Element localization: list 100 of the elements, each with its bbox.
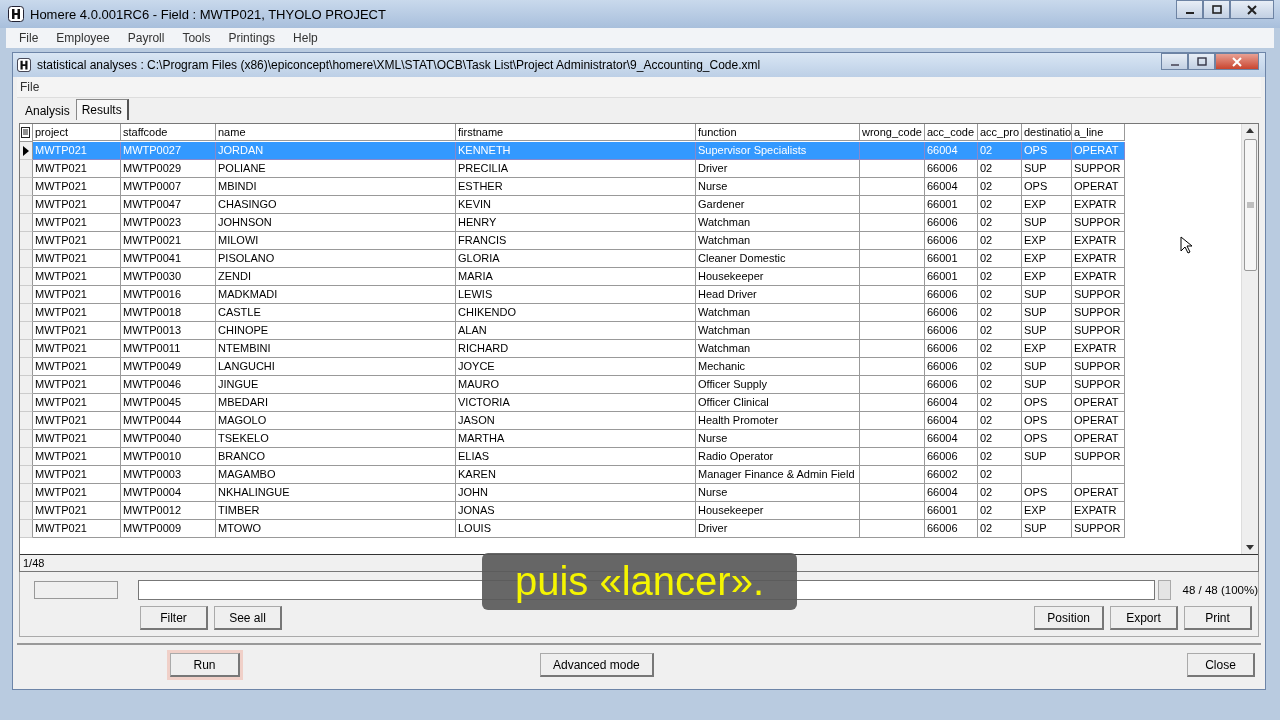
table-cell: MWTP021 bbox=[33, 466, 121, 484]
menu-item[interactable]: Tools bbox=[175, 31, 218, 45]
table-row[interactable]: MWTP021 MWTP0029 POLIANE PRECILIA Driver 66006 02 SUP SUPPOR bbox=[20, 160, 1241, 178]
table-cell: EXP bbox=[1022, 196, 1072, 214]
tab[interactable]: Results bbox=[75, 99, 129, 120]
table-row[interactable]: MWTP021 MWTP0003 MAGAMBO KAREN Manager Finance & Admin Field 66002 02 bbox=[20, 466, 1241, 484]
vertical-scrollbar[interactable] bbox=[1241, 124, 1258, 554]
minimize-button[interactable] bbox=[1176, 0, 1203, 19]
table-cell: CASTLE bbox=[216, 304, 456, 322]
table-row[interactable]: MWTP021 MWTP0016 MADKMADI LEWIS Head Driver 66006 02 SUP SUPPOR bbox=[20, 286, 1241, 304]
table-row[interactable]: MWTP021 MWTP0030 ZENDI MARIA Housekeeper 66001 02 EXP EXPATR bbox=[20, 268, 1241, 286]
table-cell: CHINOPE bbox=[216, 322, 456, 340]
table-cell: SUPPOR bbox=[1072, 160, 1125, 178]
table-row[interactable]: MWTP021 MWTP0049 LANGUCHI JOYCE Mechanic 66006 02 SUP SUPPOR bbox=[20, 358, 1241, 376]
table-cell: LEWIS bbox=[456, 286, 696, 304]
close-button[interactable] bbox=[1215, 53, 1259, 70]
column-header[interactable]: a_line bbox=[1072, 124, 1125, 141]
column-header[interactable]: firstname bbox=[456, 124, 696, 141]
table-cell: Radio Operator bbox=[696, 448, 860, 466]
column-header[interactable]: staffcode bbox=[121, 124, 216, 141]
table-cell: 02 bbox=[978, 448, 1022, 466]
maximize-button[interactable] bbox=[1188, 53, 1215, 70]
column-header[interactable]: function bbox=[696, 124, 860, 141]
table-cell: MWTP021 bbox=[33, 286, 121, 304]
table-cell: JONAS bbox=[456, 502, 696, 520]
table-cell: 66001 bbox=[925, 196, 978, 214]
table-cell: SUPPOR bbox=[1072, 214, 1125, 232]
table-cell: 66004 bbox=[925, 412, 978, 430]
table-cell: MWTP021 bbox=[33, 214, 121, 232]
table-cell: MWTP021 bbox=[33, 394, 121, 412]
table-cell: SUP bbox=[1022, 214, 1072, 232]
table-cell: 02 bbox=[978, 412, 1022, 430]
table-cell: 02 bbox=[978, 142, 1022, 160]
menu-item[interactable]: Employee bbox=[49, 31, 117, 45]
column-header[interactable]: acc_pro bbox=[978, 124, 1022, 141]
table-row[interactable]: MWTP021 MWTP0041 PISOLANO GLORIA Cleaner Domestic 66001 02 EXP EXPATR bbox=[20, 250, 1241, 268]
output-button[interactable]: Position bbox=[1034, 606, 1104, 630]
table-cell: MWTP0029 bbox=[121, 160, 216, 178]
scroll-up-icon bbox=[1246, 127, 1254, 133]
input-field[interactable] bbox=[34, 581, 118, 599]
table-row[interactable]: MWTP021 MWTP0004 NKHALINGUE JOHN Nurse 66004 02 OPS OPERAT bbox=[20, 484, 1241, 502]
table-cell: SUPPOR bbox=[1072, 304, 1125, 322]
footer-button[interactable]: Run bbox=[170, 653, 240, 677]
footer-button[interactable]: Close bbox=[1187, 653, 1255, 677]
table-cell: 02 bbox=[978, 250, 1022, 268]
table-cell: MWTP0041 bbox=[121, 250, 216, 268]
table-row[interactable]: MWTP021 MWTP0021 MILOWI FRANCIS Watchman 66006 02 EXP EXPATR bbox=[20, 232, 1241, 250]
tab[interactable]: Analysis bbox=[19, 101, 76, 120]
table-row[interactable]: MWTP021 MWTP0011 NTEMBINI RICHARD Watchman 66006 02 EXP EXPATR bbox=[20, 340, 1241, 358]
output-button[interactable]: Export bbox=[1110, 606, 1178, 630]
table-cell: Watchman bbox=[696, 214, 860, 232]
table-row[interactable]: MWTP021 MWTP0009 MTOWO LOUIS Driver 66006 02 SUP SUPPOR bbox=[20, 520, 1241, 538]
column-header[interactable]: destinatio bbox=[1022, 124, 1072, 141]
table-cell: 02 bbox=[978, 430, 1022, 448]
filter-button[interactable]: See all bbox=[214, 606, 282, 630]
table-row[interactable]: MWTP021 MWTP0040 TSEKELO MARTHA Nurse 66004 02 OPS OPERAT bbox=[20, 430, 1241, 448]
column-header[interactable]: acc_code bbox=[925, 124, 978, 141]
table-row[interactable]: MWTP021 MWTP0045 MBEDARI VICTORIA Officer Clinical 66004 02 OPS OPERAT bbox=[20, 394, 1241, 412]
menu-item[interactable]: File bbox=[12, 31, 46, 45]
table-cell: SUPPOR bbox=[1072, 376, 1125, 394]
table-row[interactable]: MWTP021 MWTP0046 JINGUE MAURO Officer Supply 66006 02 SUP SUPPOR bbox=[20, 376, 1241, 394]
table-cell: MWTP0004 bbox=[121, 484, 216, 502]
table-cell: PISOLANO bbox=[216, 250, 456, 268]
table-cell: MAGOLO bbox=[216, 412, 456, 430]
menu-item[interactable]: File bbox=[17, 80, 43, 94]
table-cell: MWTP021 bbox=[33, 142, 121, 160]
column-header[interactable]: wrong_code bbox=[860, 124, 925, 141]
table-row[interactable]: MWTP021 MWTP0047 CHASINGO KEVIN Gardener 66001 02 EXP EXPATR bbox=[20, 196, 1241, 214]
maximize-icon bbox=[1195, 56, 1208, 67]
table-cell: MWTP021 bbox=[33, 448, 121, 466]
scroll-thumb[interactable] bbox=[1243, 139, 1257, 271]
maximize-button[interactable] bbox=[1203, 0, 1230, 19]
menu-item[interactable]: Help bbox=[286, 31, 325, 45]
table-cell: SUPPOR bbox=[1072, 358, 1125, 376]
menu-item[interactable]: Payroll bbox=[120, 31, 172, 45]
column-header[interactable]: name bbox=[216, 124, 456, 141]
filter-button[interactable]: Filter bbox=[140, 606, 208, 630]
table-row[interactable]: MWTP021 MWTP0013 CHINOPE ALAN Watchman 66006 02 SUP SUPPOR bbox=[20, 322, 1241, 340]
table-cell: SUPPOR bbox=[1072, 520, 1125, 538]
close-button[interactable] bbox=[1230, 0, 1274, 19]
table-cell: Supervisor Specialists bbox=[696, 142, 860, 160]
table-cell: Housekeeper bbox=[696, 502, 860, 520]
menu-item[interactable]: Printings bbox=[221, 31, 283, 45]
column-header[interactable]: project bbox=[33, 124, 121, 141]
table-cell: Officer Supply bbox=[696, 376, 860, 394]
table-row[interactable]: MWTP021 MWTP0018 CASTLE CHIKENDO Watchman 66006 02 SUP SUPPOR bbox=[20, 304, 1241, 322]
row-header[interactable] bbox=[20, 142, 33, 160]
output-button[interactable]: Print bbox=[1184, 606, 1252, 630]
table-cell: MARIA bbox=[456, 268, 696, 286]
table-row[interactable]: MWTP021 MWTP0010 BRANCO ELIAS Radio Operator 66006 02 SUP SUPPOR bbox=[20, 448, 1241, 466]
table-row[interactable]: MWTP021 MWTP0023 JOHNSON HENRY Watchman 66006 02 SUP SUPPOR bbox=[20, 214, 1241, 232]
table-row[interactable]: MWTP021 MWTP0044 MAGOLO JASON Health Promoter 66004 02 OPS OPERAT bbox=[20, 412, 1241, 430]
table-row[interactable]: MWTP021 MWTP0007 MBINDI ESTHER Nurse 66004 02 OPS OPERAT bbox=[20, 178, 1241, 196]
table-cell: 66004 bbox=[925, 142, 978, 160]
table-cell: 02 bbox=[978, 232, 1022, 250]
table-cell: MBEDARI bbox=[216, 394, 456, 412]
table-cell: EXPATR bbox=[1072, 250, 1125, 268]
footer-button[interactable]: Advanced mode bbox=[540, 653, 654, 677]
table-cell: MWTP0018 bbox=[121, 304, 216, 322]
table-row[interactable]: MWTP021 MWTP0012 TIMBER JONAS Housekeeper 66001 02 EXP EXPATR bbox=[20, 502, 1241, 520]
